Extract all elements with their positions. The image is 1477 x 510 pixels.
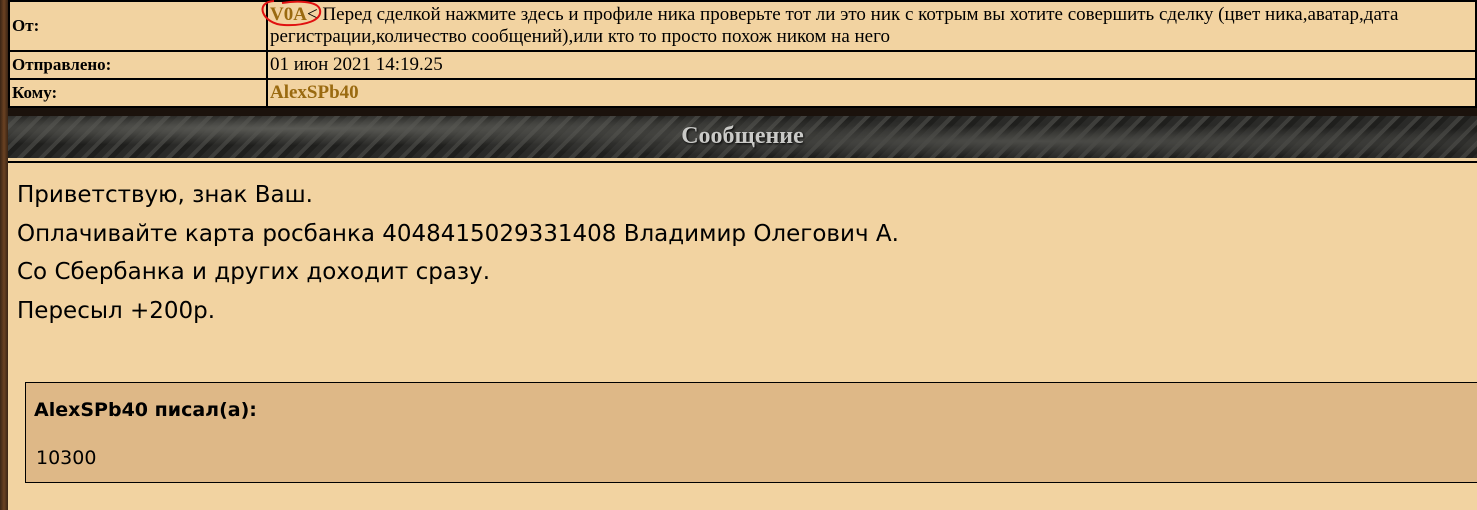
to-row: Кому: AlexSPb40 [8, 78, 1477, 108]
from-row: От: V0A < Перед сделкой нажмите здесь и … [8, 0, 1477, 52]
message-line: Пересыл +200р. [17, 297, 216, 324]
message-band-title: Сообщение [681, 123, 804, 149]
from-annotation-text: < Перед сделкой нажмите здесь и профиле … [270, 4, 1399, 47]
message-line: Со Сбербанка и других доходит сразу. [17, 259, 491, 285]
to-nick-link[interactable]: AlexSPb40 [270, 82, 359, 103]
message-band: Сообщение [8, 116, 1477, 161]
message-text: Приветствую, знак Ваш. Оплачивайте карта… [17, 176, 899, 330]
from-label: От: [8, 0, 268, 52]
left-frame [0, 0, 8, 510]
to-label: Кому: [8, 78, 268, 108]
sent-row: Отправлено: 01 июн 2021 14:19.25 [8, 50, 1477, 80]
header-gap [8, 108, 1477, 116]
from-nick-wrapper: V0A [261, 0, 322, 27]
message-header-table: От: V0A < Перед сделкой нажмите здесь и … [8, 0, 1477, 108]
quote-author: AlexSPb40 писал(а): [34, 399, 257, 421]
from-nick-link[interactable]: V0A [270, 4, 307, 25]
from-cell: V0A < Перед сделкой нажмите здесь и проф… [261, 0, 1477, 52]
message-line: Приветствую, знак Ваш. [17, 182, 313, 208]
sent-label: Отправлено: [8, 50, 268, 80]
message-body: Приветствую, знак Ваш. Оплачивайте карта… [8, 163, 1477, 510]
message-line: Оплачивайте карта росбанка 4048415029331… [17, 220, 899, 247]
sent-value: 01 июн 2021 14:19.25 [266, 50, 1477, 80]
quote-block: AlexSPb40 писал(а): 10300 [25, 382, 1477, 483]
quote-text: 10300 [36, 447, 97, 469]
